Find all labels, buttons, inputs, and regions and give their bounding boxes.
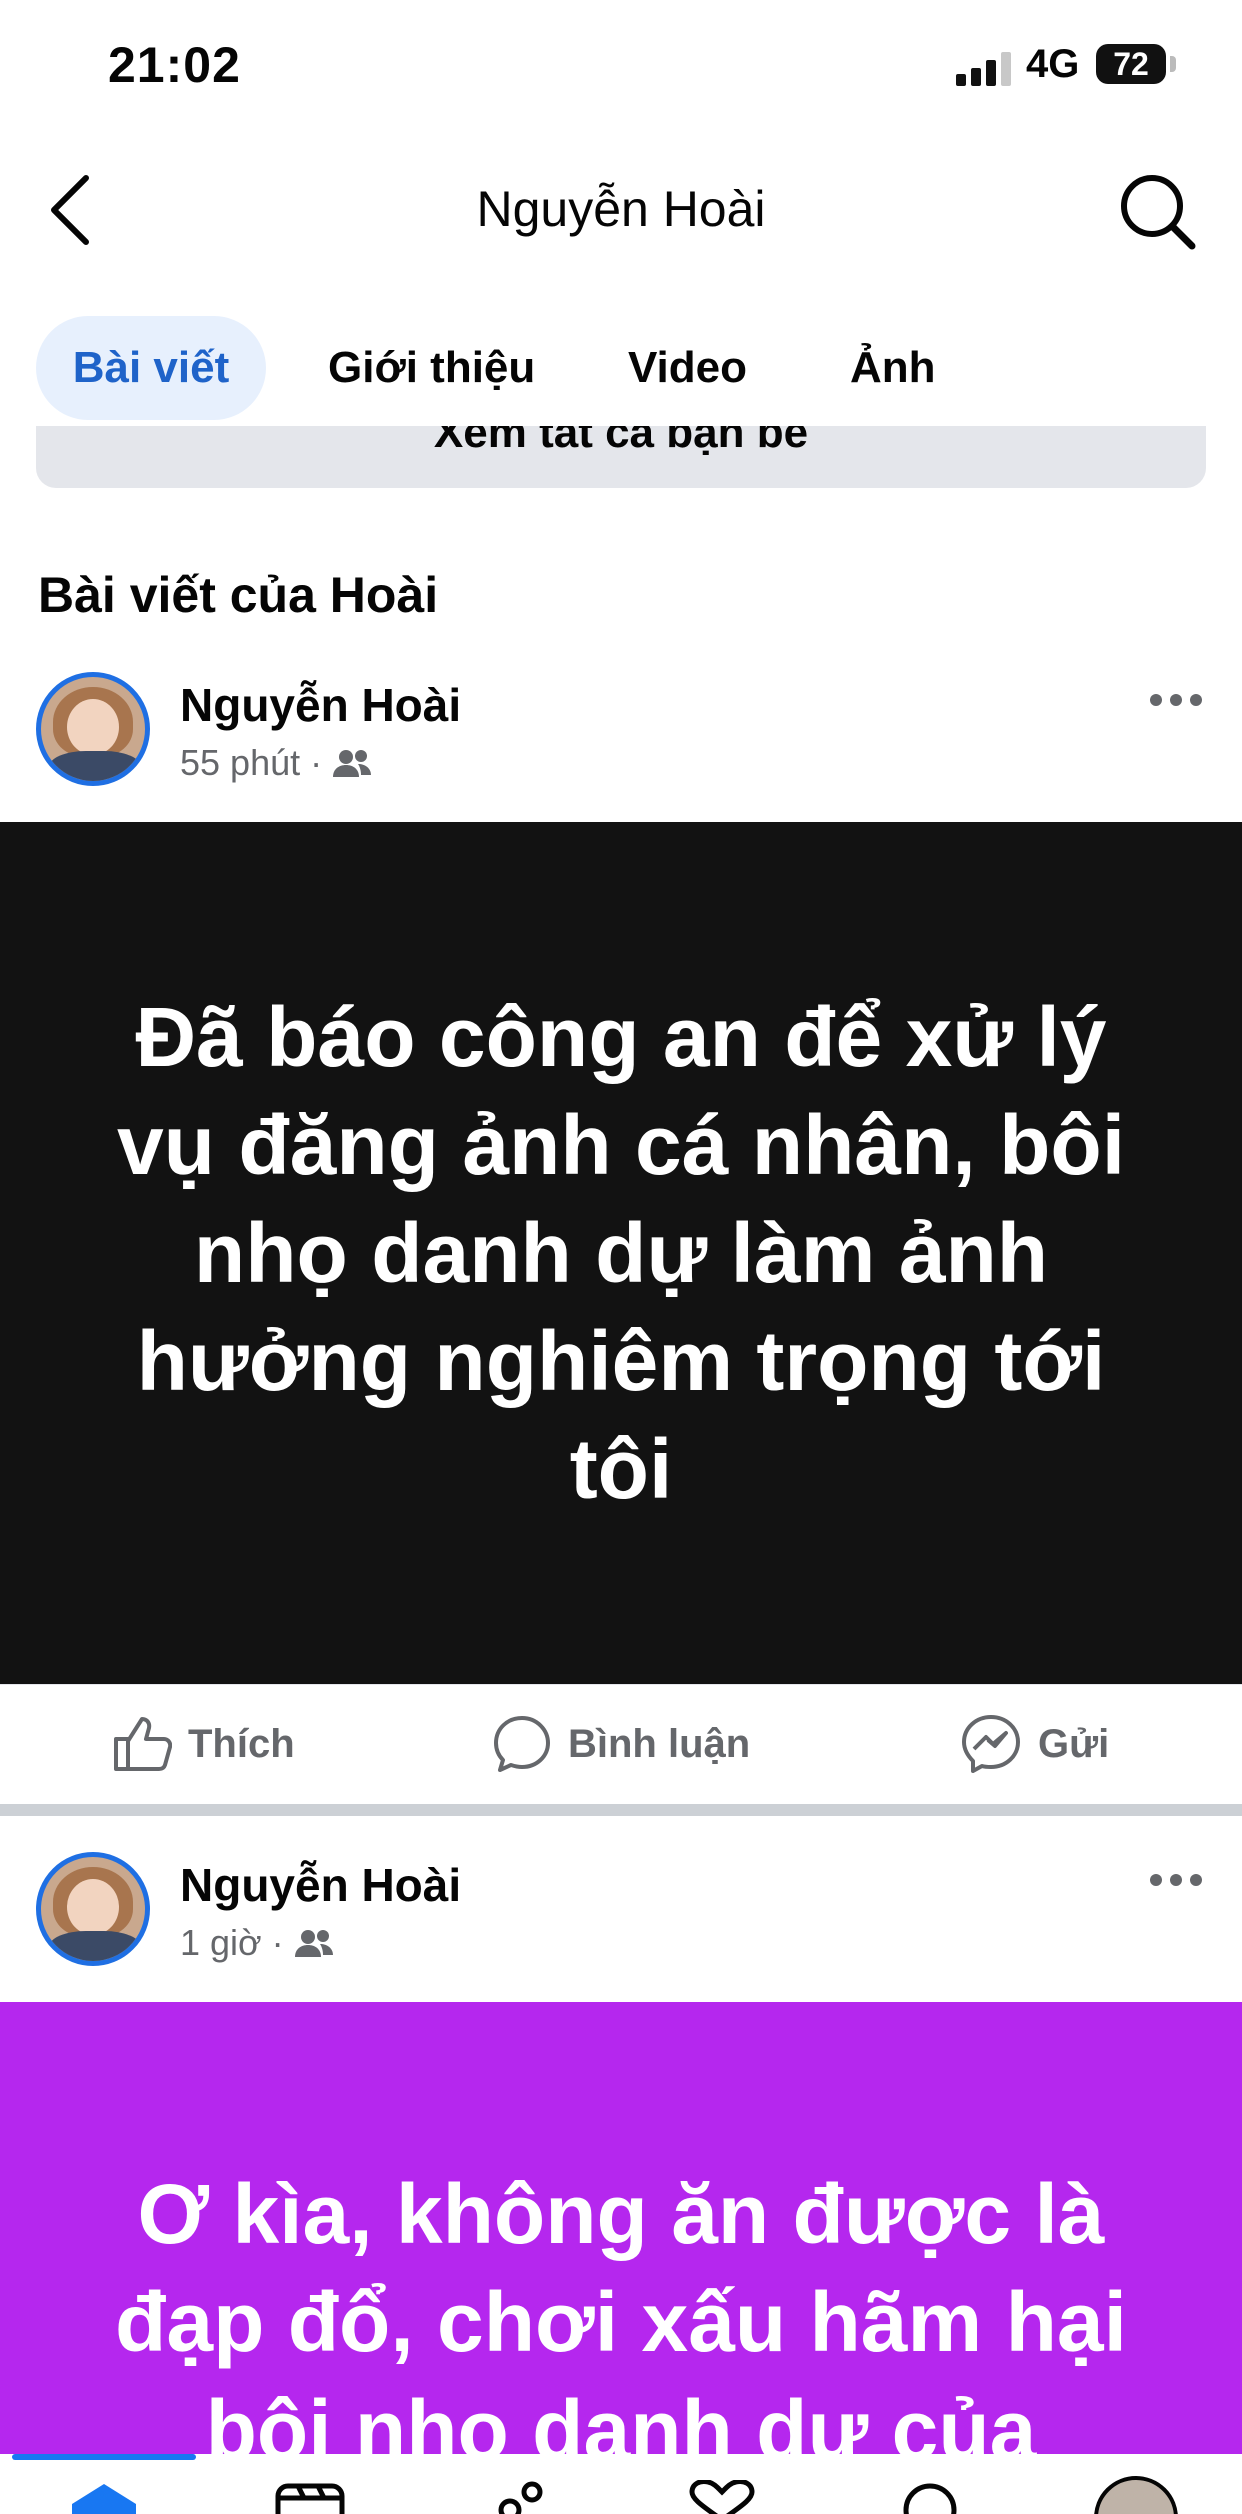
comment-button[interactable]: Bình luận (492, 1685, 750, 1803)
post-meta: 55 phút · (180, 742, 372, 784)
post-author[interactable]: Nguyễn Hoài (180, 1858, 461, 1912)
post-time: 55 phút (180, 742, 301, 783)
post-text-card: Ơ kìa, không ăn được là đạp đổ, chơi xấu… (115, 2167, 1127, 2454)
post-meta: 1 giờ · (180, 1922, 334, 1964)
like-label: Thích (188, 1721, 295, 1766)
send-label: Gửi (1038, 1721, 1110, 1766)
status-time: 21:02 (108, 37, 241, 93)
post-actions: Thích Bình luận Gửi (0, 1684, 1242, 1803)
meta-dot: · (310, 742, 323, 783)
tab-posts[interactable]: Bài viết (36, 316, 266, 420)
avatar[interactable] (36, 1852, 150, 1966)
see-all-friends-button[interactable]: Xem tất cả bạn bè (36, 426, 1206, 488)
comment-icon (494, 1716, 550, 1772)
battery-icon: 72 (1096, 44, 1166, 84)
friends-audience-icon (333, 750, 372, 777)
post-separator (0, 1804, 1242, 1816)
comment-label: Bình luận (568, 1721, 751, 1766)
post-text-card: Đã báo công an để xử lý vụ đăng ảnh cá n… (0, 822, 1242, 1684)
video-icon[interactable] (274, 2482, 346, 2514)
bottom-nav (0, 2454, 1242, 2514)
messenger-icon (962, 1715, 1020, 1773)
friends-icon[interactable] (486, 2480, 558, 2514)
friends-audience-icon (294, 1930, 333, 1957)
tab-photos[interactable]: Ảnh (850, 316, 936, 420)
see-all-friends-label: Xem tất cả bạn bè (433, 426, 809, 457)
post-text-card-container: Ơ kìa, không ăn được là đạp đổ, chơi xấu… (0, 2002, 1242, 2454)
like-icon (114, 1717, 172, 1771)
post-author[interactable]: Nguyễn Hoài (180, 678, 461, 732)
like-button[interactable]: Thích (112, 1685, 295, 1803)
dating-icon[interactable] (686, 2480, 758, 2514)
search-icon[interactable] (1118, 172, 1198, 252)
battery-tip (1170, 56, 1176, 72)
page-title: Nguyễn Hoài (476, 181, 766, 237)
nav-active-indicator (12, 2454, 196, 2460)
tab-about[interactable]: Giới thiệu (328, 316, 535, 420)
post-time: 1 giờ (180, 1922, 262, 1963)
meta-dot: · (271, 1922, 284, 1963)
search-icon[interactable] (894, 2480, 966, 2514)
section-title: Bài viết của Hoài (38, 567, 439, 623)
more-options-icon[interactable] (1150, 694, 1202, 708)
profile-avatar[interactable] (1094, 2476, 1178, 2514)
home-icon[interactable] (68, 2482, 140, 2514)
more-options-icon[interactable] (1150, 1874, 1202, 1888)
network-label: 4G (1026, 42, 1080, 86)
signal-icon (956, 52, 1012, 86)
avatar[interactable] (36, 672, 150, 786)
send-button[interactable]: Gửi (960, 1685, 1109, 1803)
tab-video[interactable]: Video (628, 316, 747, 420)
